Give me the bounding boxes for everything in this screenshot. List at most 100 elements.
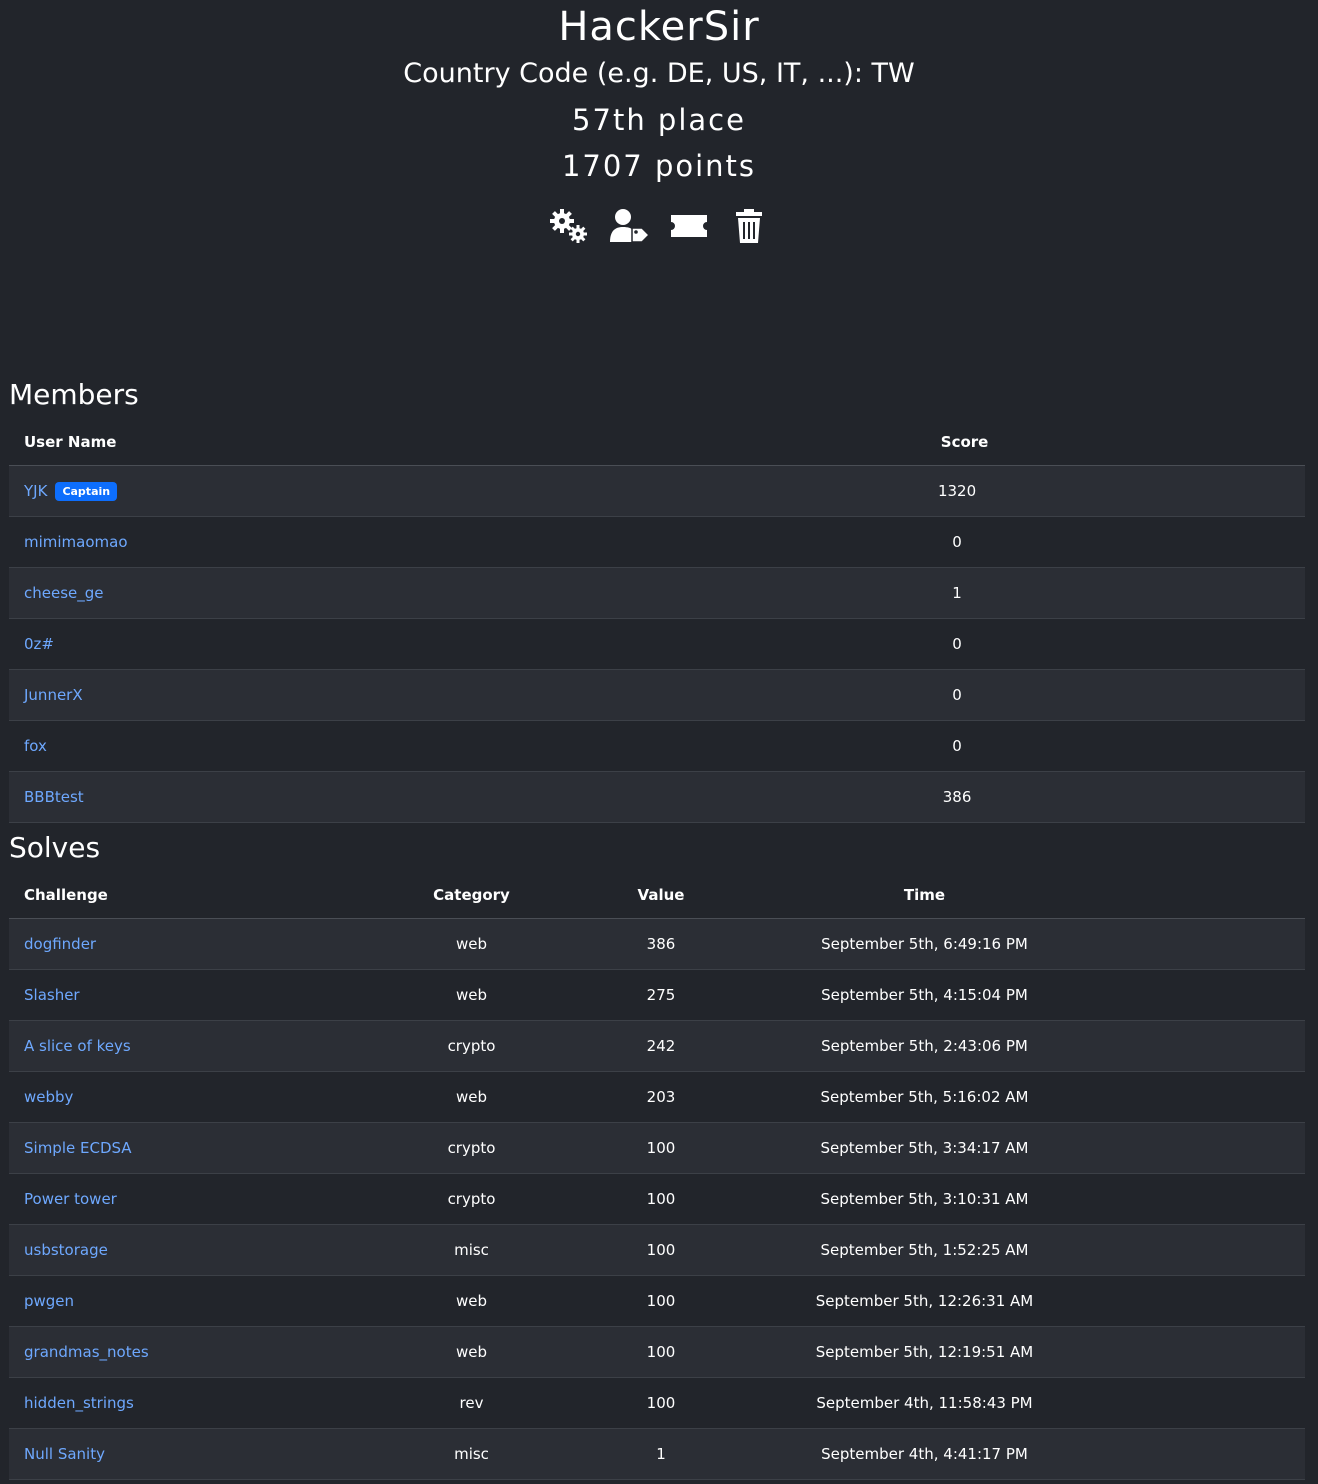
solve-time: September 5th, 4:15:04 PM bbox=[749, 969, 1100, 1021]
solve-category: misc bbox=[370, 1428, 573, 1480]
member-name-cell: 0z# bbox=[9, 618, 640, 670]
solve-row: pwgen web 100 September 5th, 12:26:31 AM bbox=[9, 1275, 1305, 1327]
solve-category: web bbox=[370, 918, 573, 970]
solve-category: misc bbox=[370, 1224, 573, 1276]
team-points: 1707 points bbox=[561, 149, 757, 183]
member-row-spacer bbox=[1275, 465, 1305, 517]
solve-row-spacer bbox=[1100, 1071, 1305, 1123]
member-name-link[interactable]: 0z# bbox=[24, 635, 54, 653]
member-row: BBBtest 386 bbox=[9, 771, 1305, 823]
solve-time: September 5th, 5:16:02 AM bbox=[749, 1071, 1100, 1123]
member-row-spacer bbox=[1275, 516, 1305, 568]
solve-value: 100 bbox=[573, 1275, 749, 1327]
solve-value: 242 bbox=[573, 1020, 749, 1072]
member-row-spacer bbox=[1275, 618, 1305, 670]
challenge-link[interactable]: Null Sanity bbox=[24, 1445, 105, 1463]
member-name-link[interactable]: JunnerX bbox=[24, 686, 83, 704]
solves-heading: Solves bbox=[9, 831, 101, 864]
solve-row: Slasher web 275 September 5th, 4:15:04 PM bbox=[9, 969, 1305, 1021]
solve-category: web bbox=[370, 1326, 573, 1378]
team-actions bbox=[0, 206, 1318, 246]
solve-category: rev bbox=[370, 1377, 573, 1429]
team-place: 57th place bbox=[572, 103, 746, 137]
solve-category: crypto bbox=[370, 1173, 573, 1225]
solve-challenge-cell: webby bbox=[9, 1071, 370, 1123]
solve-challenge-cell: A slice of keys bbox=[9, 1020, 370, 1072]
members-table: User Name Score YJK Captain 1320 mimimaomao… bbox=[9, 419, 1305, 823]
member-name-cell: mimimaomao bbox=[9, 516, 640, 568]
solve-row: Power tower crypto 100 September 5th, 3:10:… bbox=[9, 1173, 1305, 1225]
challenge-link[interactable]: Slasher bbox=[24, 986, 80, 1004]
user-tag-icon[interactable] bbox=[607, 206, 651, 246]
solve-row-spacer bbox=[1100, 1122, 1305, 1174]
members-header-row: User Name Score bbox=[9, 419, 1305, 466]
challenge-link[interactable]: Power tower bbox=[24, 1190, 117, 1208]
column-header-score[interactable]: Score bbox=[639, 419, 1275, 466]
solve-value: 100 bbox=[573, 1122, 749, 1174]
challenge-link[interactable]: grandmas_notes bbox=[24, 1343, 149, 1361]
ticket-icon[interactable] bbox=[667, 206, 711, 246]
member-row-spacer bbox=[1275, 669, 1305, 721]
team-name: HackerSir bbox=[558, 4, 760, 50]
solve-category: web bbox=[370, 1275, 573, 1327]
column-header-value[interactable]: Value bbox=[573, 872, 749, 919]
solve-value: 100 bbox=[573, 1173, 749, 1225]
solve-category: crypto bbox=[370, 1020, 573, 1072]
solve-row: Null Sanity misc 1 September 4th, 4:41:17 P… bbox=[9, 1428, 1305, 1480]
solve-challenge-cell: hidden_strings bbox=[9, 1377, 370, 1429]
solve-challenge-cell: Simple ECDSA bbox=[9, 1122, 370, 1174]
member-row-spacer bbox=[1275, 567, 1305, 619]
solve-row: A slice of keys crypto 242 September 5th, 2… bbox=[9, 1020, 1305, 1072]
member-name-link[interactable]: YJK bbox=[24, 482, 47, 500]
solve-time: September 5th, 3:10:31 AM bbox=[749, 1173, 1100, 1225]
member-score: 0 bbox=[639, 618, 1275, 670]
member-name-cell: cheese_ge bbox=[9, 567, 640, 619]
challenge-link[interactable]: dogfinder bbox=[24, 935, 96, 953]
challenge-link[interactable]: hidden_strings bbox=[24, 1394, 134, 1412]
solve-row-spacer bbox=[1100, 1275, 1305, 1327]
solve-row-spacer bbox=[1100, 1020, 1305, 1072]
challenge-link[interactable]: webby bbox=[24, 1088, 73, 1106]
solve-row-spacer bbox=[1100, 918, 1305, 970]
member-row: YJK Captain 1320 bbox=[9, 465, 1305, 517]
column-header-user-name[interactable]: User Name bbox=[9, 419, 640, 466]
member-name-link[interactable]: BBBtest bbox=[24, 788, 84, 806]
member-score: 1320 bbox=[639, 465, 1275, 517]
solve-row-spacer bbox=[1100, 1428, 1305, 1480]
column-header-category[interactable]: Category bbox=[370, 872, 573, 919]
solve-challenge-cell: Power tower bbox=[9, 1173, 370, 1225]
solve-value: 100 bbox=[573, 1224, 749, 1276]
solve-time: September 4th, 4:41:17 PM bbox=[749, 1428, 1100, 1480]
member-name-link[interactable]: fox bbox=[24, 737, 47, 755]
member-row: fox 0 bbox=[9, 720, 1305, 772]
challenge-link[interactable]: pwgen bbox=[24, 1292, 74, 1310]
member-row: JunnerX 0 bbox=[9, 669, 1305, 721]
challenge-link[interactable]: A slice of keys bbox=[24, 1037, 131, 1055]
members-heading: Members bbox=[9, 378, 139, 411]
trash-icon[interactable] bbox=[727, 206, 771, 246]
member-name-link[interactable]: cheese_ge bbox=[24, 584, 104, 602]
team-header: HackerSir Country Code (e.g. DE, US, IT,… bbox=[0, 0, 1318, 360]
solve-time: September 5th, 1:52:25 AM bbox=[749, 1224, 1100, 1276]
solve-value: 203 bbox=[573, 1071, 749, 1123]
team-country: Country Code (e.g. DE, US, IT, ...): TW bbox=[403, 58, 915, 89]
solve-row: hidden_strings rev 100 September 4th, 11:58… bbox=[9, 1377, 1305, 1429]
member-name-link[interactable]: mimimaomao bbox=[24, 533, 128, 551]
column-header-challenge[interactable]: Challenge bbox=[9, 872, 370, 919]
solve-row: usbstorage misc 100 September 5th, 1:52:25 … bbox=[9, 1224, 1305, 1276]
challenge-link[interactable]: Simple ECDSA bbox=[24, 1139, 132, 1157]
settings-gears-icon[interactable] bbox=[547, 206, 591, 246]
solve-time: September 5th, 3:34:17 AM bbox=[749, 1122, 1100, 1174]
solve-value: 100 bbox=[573, 1326, 749, 1378]
member-row-spacer bbox=[1275, 720, 1305, 772]
challenge-link[interactable]: usbstorage bbox=[24, 1241, 108, 1259]
member-row: 0z# 0 bbox=[9, 618, 1305, 670]
solve-challenge-cell: pwgen bbox=[9, 1275, 370, 1327]
column-header-time[interactable]: Time bbox=[749, 872, 1100, 919]
solve-category: crypto bbox=[370, 1122, 573, 1174]
solve-value: 100 bbox=[573, 1377, 749, 1429]
solve-value: 386 bbox=[573, 918, 749, 970]
member-name-cell: JunnerX bbox=[9, 669, 640, 721]
member-score: 0 bbox=[639, 669, 1275, 721]
member-score: 0 bbox=[639, 516, 1275, 568]
